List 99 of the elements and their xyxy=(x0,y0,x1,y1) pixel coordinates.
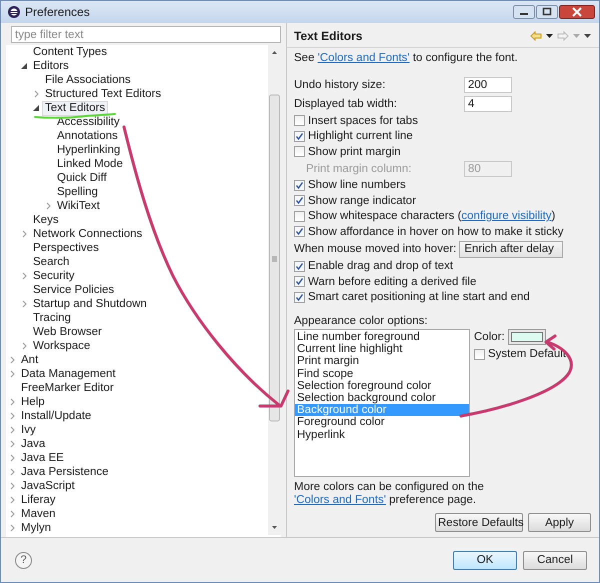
tree-item[interactable]: Security xyxy=(30,268,78,284)
tree-item[interactable]: Linked Mode xyxy=(54,156,126,172)
page-title: Text Editors xyxy=(294,29,362,43)
tree-item[interactable]: Editors xyxy=(30,58,72,74)
dialog-button[interactable]: OK xyxy=(453,550,517,570)
number-field[interactable]: 4 xyxy=(464,96,512,112)
list-item[interactable]: Hyperlink xyxy=(295,428,469,441)
tree-item[interactable]: Mylyn xyxy=(18,520,54,536)
field-label: Print margin column: xyxy=(306,162,412,174)
tree-item[interactable]: Web Browser xyxy=(30,324,105,340)
tree-item[interactable]: Workspace xyxy=(30,338,94,354)
tree-item[interactable]: FreeMarker Editor xyxy=(18,380,117,396)
list-item[interactable]: Selection foreground color xyxy=(295,380,469,392)
page-button[interactable]: Restore Defaults xyxy=(435,513,523,532)
checkbox-label: Insert spaces for tabs xyxy=(308,114,418,127)
color-label: Color: xyxy=(474,331,505,343)
dropdown-arrow-icon xyxy=(573,34,580,38)
maximize-icon[interactable] xyxy=(536,5,558,19)
tree-item[interactable]: Network Connections xyxy=(30,226,146,242)
intro-text: See 'Colors and Fonts' to configure the font. xyxy=(294,52,519,64)
checkbox[interactable] xyxy=(294,180,305,191)
checkbox-label: Show affordance in hover on how to make it sticky xyxy=(308,226,564,238)
tree-item[interactable]: Search xyxy=(30,254,72,270)
checkbox[interactable] xyxy=(294,130,305,142)
list-item[interactable]: Current line highlight xyxy=(295,343,469,356)
tree-item[interactable]: Keys xyxy=(30,212,62,228)
appearance-label: Appearance color options: xyxy=(294,315,429,329)
page-button[interactable]: Apply xyxy=(528,513,591,532)
tree-item[interactable]: Perspectives xyxy=(30,240,102,256)
checkbox-label: Enable drag and drop of text xyxy=(308,260,454,272)
checkbox[interactable] xyxy=(294,210,305,222)
list-item[interactable]: Selection background color xyxy=(295,392,469,404)
checkbox[interactable] xyxy=(474,348,485,360)
expanded-arrow-icon[interactable] xyxy=(33,105,39,111)
view-menu-icon[interactable] xyxy=(584,34,591,38)
tree-item[interactable]: Spelling xyxy=(54,184,101,200)
list-item[interactable]: Find scope xyxy=(295,368,469,380)
tree-item[interactable]: Liferay xyxy=(18,492,59,508)
filter-field[interactable]: type filter text xyxy=(11,26,281,43)
dialog-button[interactable]: Cancel xyxy=(523,550,587,570)
help-button[interactable]: ? xyxy=(15,552,32,568)
scrollbar[interactable] xyxy=(268,45,281,535)
colors-and-fonts-link[interactable]: 'Colors and Fonts' xyxy=(318,52,410,64)
minimize-icon[interactable] xyxy=(513,5,535,19)
checkbox[interactable] xyxy=(294,115,305,126)
checkbox-label: Warn before editing a derived file xyxy=(308,276,476,288)
checkbox-label: Show whitespace characters (configure visibility) xyxy=(308,210,556,222)
tree-item[interactable]: Java xyxy=(18,436,48,452)
tree-item[interactable]: Quick Diff xyxy=(54,170,110,186)
tree-item[interactable]: Data Management xyxy=(18,366,119,382)
field-label: Displayed tab width: xyxy=(294,98,398,110)
tree-item[interactable]: Maven xyxy=(18,506,59,522)
back-arrow-icon[interactable] xyxy=(530,31,542,41)
app-icon xyxy=(7,5,21,19)
tree-item[interactable]: Hyperlinking xyxy=(54,142,124,158)
tree-item[interactable]: Content Types xyxy=(30,45,110,60)
dropdown-arrow-icon[interactable] xyxy=(546,34,553,38)
tree-item[interactable]: Annotations xyxy=(54,128,121,144)
close-icon[interactable] xyxy=(559,5,595,19)
checkbox[interactable] xyxy=(294,195,305,206)
tree-item[interactable]: Java Persistence xyxy=(18,464,112,480)
expanded-arrow-icon[interactable] xyxy=(21,63,27,69)
list-item[interactable]: Foreground color xyxy=(295,416,469,428)
tree-item[interactable]: Structured Text Editors xyxy=(42,86,164,102)
number-field[interactable]: 200 xyxy=(464,76,512,92)
configure-visibility-link[interactable]: configure visibility xyxy=(461,210,552,222)
tree-item[interactable]: WikiText xyxy=(54,198,103,214)
checkbox-label: Show range indicator xyxy=(308,194,416,207)
dropdown-label: When mouse moved into hover: xyxy=(294,243,456,255)
checkbox[interactable] xyxy=(294,226,305,238)
tree-item[interactable]: Ivy xyxy=(18,422,39,438)
hover-dropdown[interactable]: Enrich after delay xyxy=(459,240,564,258)
tree-item[interactable]: Tracing xyxy=(30,310,74,326)
window-title: Preferences xyxy=(25,5,90,19)
tree-item[interactable]: Java EE xyxy=(18,450,67,466)
checkbox[interactable] xyxy=(294,146,305,158)
checkbox[interactable] xyxy=(294,260,305,272)
checkbox-label: Highlight current line xyxy=(308,130,413,142)
color-button[interactable] xyxy=(508,329,546,345)
checkbox[interactable] xyxy=(294,276,305,288)
colors-and-fonts-link[interactable]: 'Colors and Fonts' xyxy=(294,494,386,506)
tree-item[interactable]: Install/Update xyxy=(18,408,94,424)
tree-item[interactable]: Help xyxy=(18,394,48,410)
tree-item[interactable]: Accessibility xyxy=(54,114,123,130)
checkbox-label: Smart caret positioning at line start and end xyxy=(308,291,530,304)
tree-item[interactable]: JavaScript xyxy=(18,478,78,494)
tree-item[interactable]: File Associations xyxy=(42,72,134,88)
field-label: Undo history size: xyxy=(294,78,386,90)
checkbox-label: Show print margin xyxy=(308,146,401,158)
more-colors-text: More colors can be configured on the 'Colors and Fonts' preference page. xyxy=(294,481,485,507)
tree-item[interactable]: Startup and Shutdown xyxy=(30,296,150,312)
checkbox-label: Show line numbers xyxy=(308,179,406,192)
list-item[interactable]: Line number foreground xyxy=(295,331,469,344)
forward-arrow-icon xyxy=(557,31,569,41)
tree-item[interactable]: Text Editors xyxy=(42,100,108,116)
tree-item[interactable]: Ant xyxy=(18,352,42,368)
list-item[interactable]: Print margin xyxy=(295,355,469,368)
tree-item[interactable]: Service Policies xyxy=(30,282,118,298)
checkbox[interactable] xyxy=(294,292,305,303)
